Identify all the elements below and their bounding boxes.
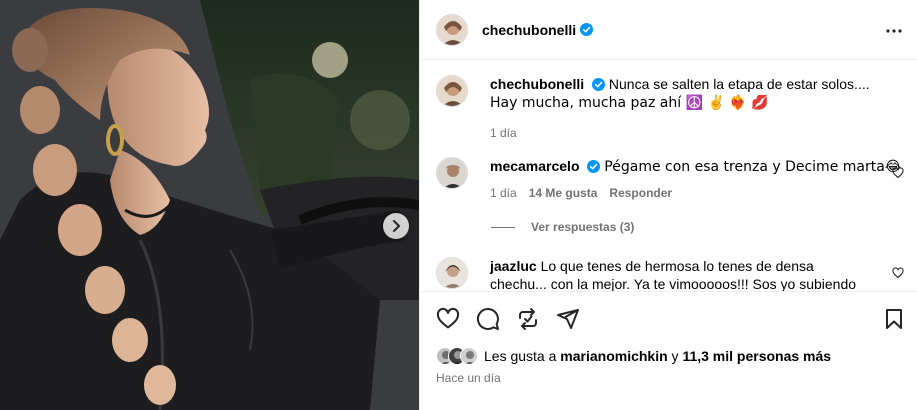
post-header: chechubonelli <box>420 0 917 60</box>
comment-time[interactable]: 1 día <box>490 184 517 202</box>
post-date[interactable]: Hace un día <box>436 371 501 385</box>
repost-icon[interactable] <box>516 307 540 331</box>
comment-like-heart-icon[interactable] <box>892 267 904 279</box>
caption-text: chechubonelli Nunca se salten la etapa d… <box>490 75 906 112</box>
caption-line-1: Nunca se salten la etapa de estar solos.… <box>608 76 870 92</box>
post-actions-bar <box>420 291 917 347</box>
comment-row: jaazluc Lo que tenes de hermosa lo tenes… <box>436 257 906 291</box>
comment-text: mecamarcelo Pégame con esa trenza y Deci… <box>490 157 906 176</box>
replies-divider-line <box>491 226 515 228</box>
next-photo-button[interactable] <box>383 213 409 239</box>
bookmark-icon[interactable] <box>882 307 906 331</box>
verified-badge-icon <box>587 160 601 173</box>
author-avatar[interactable] <box>436 13 468 46</box>
likes-summary: Les gusta a marianomichkin y 11,3 mil pe… <box>436 347 831 365</box>
view-replies-button[interactable]: Ver respuestas (3) <box>491 220 634 234</box>
caption-time[interactable]: 1 día <box>490 124 517 142</box>
share-icon[interactable] <box>556 307 580 331</box>
view-replies-label: Ver respuestas (3) <box>531 220 635 234</box>
post-photo <box>0 0 419 410</box>
caption-author-avatar[interactable] <box>436 75 468 107</box>
likes-connector: y <box>671 348 679 364</box>
likes-count[interactable]: 11,3 mil personas más <box>682 348 831 364</box>
avatar-image <box>437 158 467 188</box>
comment-body: Pégame con esa trenza y Decime marta😂 <box>604 159 902 175</box>
avatar-image <box>437 76 467 106</box>
post-details-panel: chechubonelli chechubonelli Nunca se sal… <box>419 0 917 410</box>
likes-prefix: Les gusta a <box>484 348 557 364</box>
caption-line-2: Hay mucha, mucha paz ahí ☮️ ✌️ ❤️‍🔥 💋 <box>490 95 769 111</box>
comment-row: mecamarcelo Pégame con esa trenza y Deci… <box>436 157 906 202</box>
author-username[interactable]: chechubonelli <box>482 22 576 38</box>
liker-avatar <box>460 347 478 365</box>
caption-author-name[interactable]: chechubonelli <box>490 76 584 92</box>
comment-username[interactable]: jaazluc <box>490 258 537 274</box>
comment-text: jaazluc Lo que tenes de hermosa lo tenes… <box>490 257 906 291</box>
comment-likes[interactable]: 14 Me gusta <box>529 184 598 202</box>
caption-row: chechubonelli Nunca se salten la etapa d… <box>436 75 906 142</box>
commenter-avatar[interactable] <box>436 157 468 189</box>
commenter-avatar[interactable] <box>436 257 468 289</box>
verified-badge-icon <box>592 78 606 91</box>
more-horizontal-icon[interactable] <box>882 19 906 43</box>
comment-username[interactable]: mecamarcelo <box>490 158 580 174</box>
liker-avatars[interactable] <box>436 347 478 365</box>
comments-list: chechubonelli Nunca se salten la etapa d… <box>420 61 917 291</box>
avatar-image <box>437 258 467 288</box>
heart-icon[interactable] <box>436 307 460 331</box>
avatar-image <box>437 14 467 45</box>
comment-meta: 1 día 14 Me gusta Responder <box>490 184 906 202</box>
photo-image <box>0 0 419 410</box>
reply-button[interactable]: Responder <box>609 184 672 202</box>
verified-badge-icon <box>580 23 594 36</box>
comment-like-heart-icon[interactable] <box>892 167 904 179</box>
chevron-right-icon <box>393 220 400 232</box>
caption-meta: 1 día <box>490 124 906 142</box>
comment-body-line-1: Lo que tenes de hermosa lo tenes de dens… <box>540 258 814 274</box>
comment-icon[interactable] <box>476 307 500 331</box>
liker-username[interactable]: marianomichkin <box>560 348 667 364</box>
comment-body-line-2: chechu... con la mejor. Ya te vimooooos!… <box>490 276 857 291</box>
